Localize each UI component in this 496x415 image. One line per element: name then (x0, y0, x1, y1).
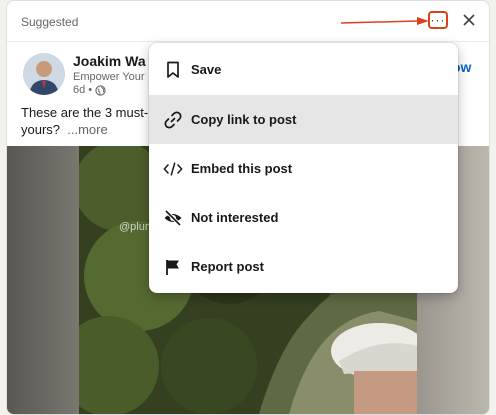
post-options-menu: Save Copy link to post Embed this post N… (149, 43, 458, 293)
menu-item-not-interested[interactable]: Not interested (149, 193, 458, 242)
menu-item-embed[interactable]: Embed this post (149, 144, 458, 193)
post-age: 6d • (73, 84, 93, 96)
close-button[interactable] (459, 10, 479, 30)
author-headline: Empower Your (73, 71, 145, 83)
menu-item-label: Copy link to post (191, 112, 297, 127)
suggested-label: Suggested (21, 15, 79, 29)
avatar[interactable] (23, 53, 65, 95)
post-header-bar: Suggested ··· (7, 1, 489, 42)
flag-icon (166, 259, 179, 275)
menu-item-label: Embed this post (191, 161, 293, 176)
code-icon (163, 161, 183, 176)
author-name[interactable]: Joakim Wa (73, 53, 146, 69)
more-options-button[interactable]: ··· (428, 11, 448, 29)
annotation-arrow (341, 17, 429, 25)
link-icon (164, 111, 182, 128)
menu-item-save[interactable]: Save (149, 45, 458, 94)
close-icon (463, 14, 475, 26)
see-more-link[interactable]: ...more (67, 122, 107, 137)
menu-item-label: Report post (191, 259, 264, 274)
video-blur-left (7, 146, 79, 414)
globe-icon (95, 84, 106, 96)
eye-slash-icon (164, 209, 182, 226)
menu-item-label: Not interested (191, 210, 279, 225)
post-text-line2: yours? (21, 122, 61, 137)
menu-item-copy-link[interactable]: Copy link to post (149, 95, 458, 144)
post-meta: 6d • (73, 84, 106, 96)
ellipsis-icon: ··· (430, 13, 446, 27)
bookmark-icon (167, 61, 179, 78)
menu-item-label: Save (191, 62, 222, 77)
menu-item-report[interactable]: Report post (149, 242, 458, 291)
